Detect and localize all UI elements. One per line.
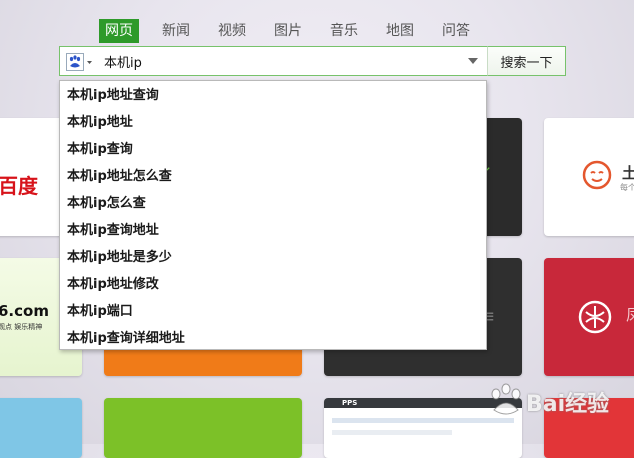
suggestion-item[interactable]: 本机ip端口 [60, 298, 486, 325]
pps-content-bar [332, 430, 452, 435]
tile-blue[interactable] [0, 398, 82, 458]
tab-video[interactable]: 视频 [218, 19, 246, 43]
ifeng-logo-icon [578, 300, 612, 334]
suggestion-item[interactable]: 本机ip查询地址 [60, 217, 486, 244]
tudou-logo-icon [582, 160, 612, 190]
suggestion-item[interactable]: 本机ip地址查询 [60, 82, 486, 109]
pps-content-bar [332, 418, 514, 423]
tile-6com-name: 6.com [0, 302, 49, 320]
suggestion-item[interactable]: 本机ip地址修改 [60, 271, 486, 298]
tile-ifeng-glyph: 凤 [626, 306, 634, 324]
tab-web[interactable]: 网页 [99, 19, 139, 43]
baidu-paw-icon[interactable] [66, 53, 96, 71]
tile-pps[interactable]: PPS [324, 398, 522, 458]
tile-tudou-name: 土 [622, 164, 634, 182]
suggestion-item[interactable]: 本机ip地址怎么查 [60, 163, 486, 190]
tile-tudou[interactable]: 土 每个 [544, 118, 634, 236]
suggestion-dropdown: 本机ip地址查询 本机ip地址 本机ip查询 本机ip地址怎么查 本机ip怎么查… [59, 80, 487, 350]
tab-music[interactable]: 音乐 [330, 19, 358, 43]
search-bar: 搜索一下 [59, 46, 566, 76]
tab-images[interactable]: 图片 [274, 19, 302, 43]
tile-green[interactable] [104, 398, 302, 458]
dropdown-arrow-icon[interactable] [467, 57, 479, 65]
suggestion-item[interactable]: 本机ip查询 [60, 136, 486, 163]
tab-map[interactable]: 地图 [386, 19, 414, 43]
tile-baidu-label: 百度 [0, 174, 38, 198]
suggestion-item[interactable]: 本机ip查询详细地址 [60, 325, 486, 352]
suggestion-item[interactable]: 本机ip地址是多少 [60, 244, 486, 271]
suggestion-item[interactable]: 本机ip地址 [60, 109, 486, 136]
tile-red-2[interactable] [544, 398, 634, 458]
search-button[interactable]: 搜索一下 [487, 46, 566, 76]
tile-ifeng[interactable]: 凤 [544, 258, 634, 376]
tile-tudou-sub: 每个 [620, 183, 634, 192]
tab-news[interactable]: 新闻 [162, 19, 190, 43]
pps-logo: PPS [342, 399, 358, 407]
search-input[interactable] [104, 47, 484, 75]
tile-6com-sub: 观点 娱乐精神 [0, 323, 43, 331]
suggestion-item[interactable]: 本机ip怎么查 [60, 190, 486, 217]
tab-qa[interactable]: 问答 [442, 19, 470, 43]
